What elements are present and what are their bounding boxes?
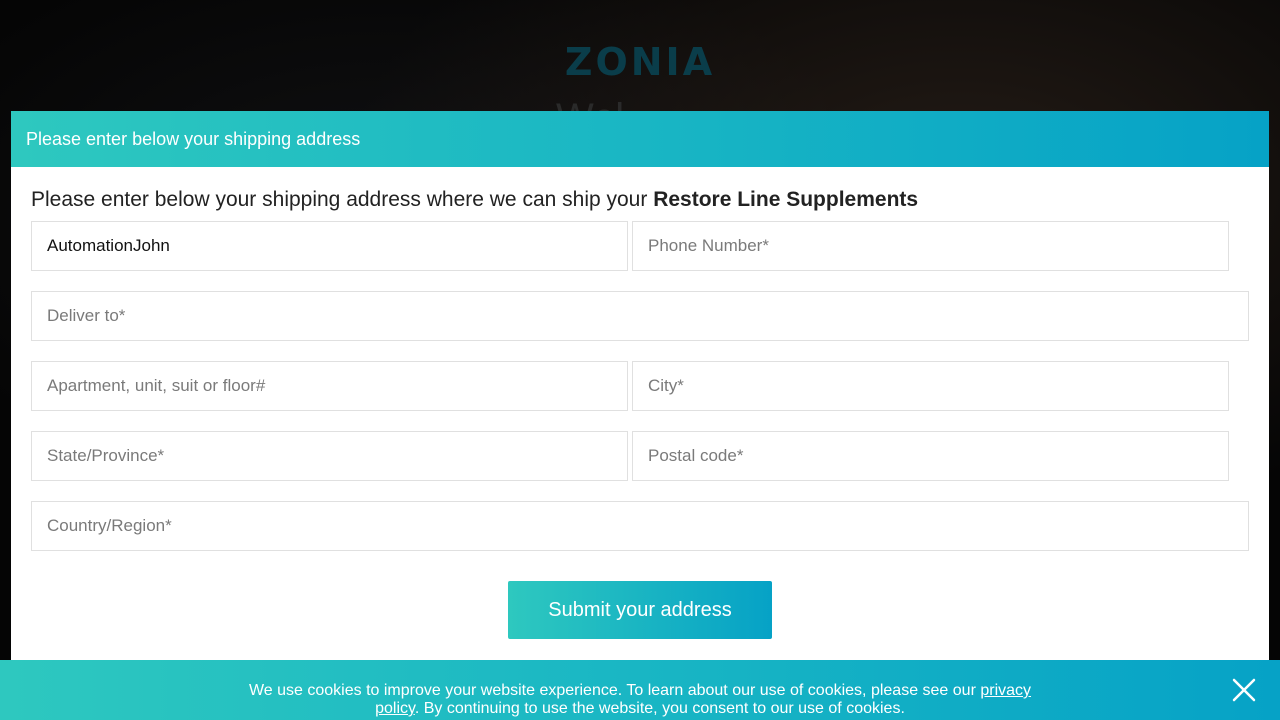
intro-text: Please enter below your shipping address…	[31, 188, 918, 212]
modal-title: Please enter below your shipping address	[26, 128, 361, 149]
product-name: Restore Line Supplements	[653, 188, 919, 211]
name-field[interactable]: AutomationJohn	[31, 221, 628, 271]
cookie-message: We use cookies to improve your website e…	[230, 682, 1050, 718]
shipping-address-modal: Please enter below your shipping address…	[11, 111, 1269, 671]
phone-field-placeholder: Phone Number*	[648, 236, 769, 255]
postal-code-placeholder: Postal code*	[648, 446, 744, 465]
cookie-text-after: . By continuing to use the website, you …	[414, 700, 905, 717]
name-field-value: AutomationJohn	[47, 236, 170, 255]
submit-address-button[interactable]: Submit your address	[508, 581, 772, 639]
country-field[interactable]: Country/Region*	[31, 501, 1249, 551]
city-field[interactable]: City*	[632, 361, 1229, 411]
intro-text-main: Please enter below your shipping address…	[31, 188, 654, 211]
site-logo: ZONIA	[564, 40, 716, 84]
state-placeholder: State/Province*	[47, 446, 165, 465]
phone-field[interactable]: Phone Number*	[632, 221, 1229, 271]
postal-code-field[interactable]: Postal code*	[632, 431, 1229, 481]
state-field[interactable]: State/Province*	[31, 431, 628, 481]
cookie-banner: We use cookies to improve your website e…	[0, 660, 1280, 720]
country-placeholder: Country/Region*	[47, 516, 172, 535]
modal-header: Please enter below your shipping address	[11, 111, 1269, 167]
close-icon[interactable]	[1228, 674, 1260, 706]
deliver-to-field[interactable]: Deliver to*	[31, 291, 1249, 341]
apartment-field[interactable]: Apartment, unit, suit or floor#	[31, 361, 628, 411]
submit-address-label: Submit your address	[548, 598, 732, 621]
deliver-to-placeholder: Deliver to*	[47, 306, 126, 325]
apartment-placeholder: Apartment, unit, suit or floor#	[47, 376, 266, 395]
city-placeholder: City*	[648, 376, 684, 395]
cookie-text-before: We use cookies to improve your website e…	[248, 682, 981, 699]
